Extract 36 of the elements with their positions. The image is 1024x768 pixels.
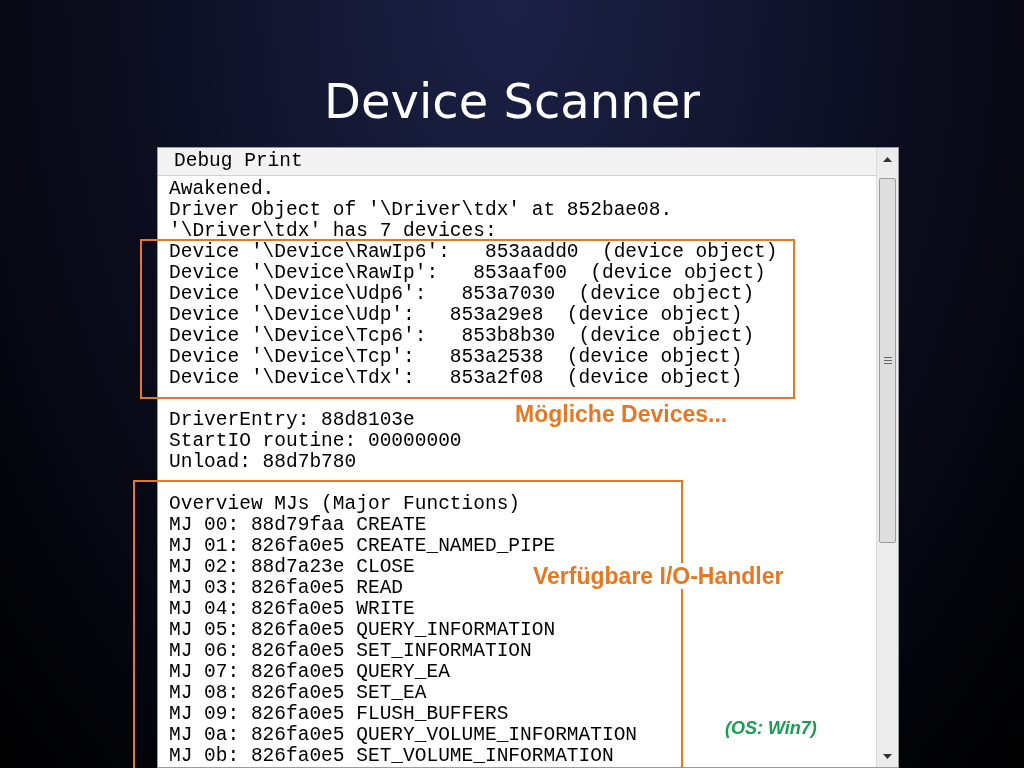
annotation-label: Verfügbare I/O-Handler <box>531 563 786 589</box>
column-header: Debug Print <box>174 151 303 172</box>
slide-title: Device Scanner <box>324 71 700 131</box>
log-line: MJ 03: 826fa0e5 READ <box>169 578 404 599</box>
log-line: DriverEntry: 88d8103e <box>169 410 415 431</box>
log-line: '\Driver\tdx' has 7 devices: <box>169 221 497 242</box>
log-line: MJ 08: 826fa0e5 SET_EA <box>169 683 427 704</box>
log-line: Unload: 88d7b780 <box>169 452 357 473</box>
log-line: MJ 06: 826fa0e5 SET_INFORMATION <box>169 641 532 662</box>
log-line: MJ 05: 826fa0e5 QUERY_INFORMATION <box>169 620 556 641</box>
annotation-label: Mögliche Devices... <box>515 401 728 427</box>
log-line: Overview MJs (Major Functions) <box>169 494 521 515</box>
log-line: Device '\Device\Tdx': 853a2f08 (device object) <box>169 368 743 389</box>
log-line: Device '\Device\RawIp': 853aaf00 (device object) <box>169 263 766 284</box>
log-line: Driver Object of '\Driver\tdx' at 852bae08. <box>169 200 673 221</box>
log-line: MJ 0b: 826fa0e5 SET_VOLUME_INFORMATION <box>169 746 614 767</box>
up-arrow-icon <box>883 156 892 162</box>
grip-icon <box>883 357 892 364</box>
log-line: MJ 04: 826fa0e5 WRITE <box>169 599 415 620</box>
os-note: (OS: Win7) <box>725 718 817 738</box>
log-line: StartIO routine: 00000000 <box>169 431 462 452</box>
log-line: MJ 02: 88d7a23e CLOSE <box>169 557 415 578</box>
log-line: Device '\Device\Tcp': 853a2538 (device object) <box>169 347 743 368</box>
vertical-scrollbar[interactable] <box>876 148 898 767</box>
down-arrow-icon <box>883 753 892 759</box>
log-line: MJ 00: 88d79faa CREATE <box>169 515 427 536</box>
log-line: MJ 09: 826fa0e5 FLUSH_BUFFERS <box>169 704 509 725</box>
log-line: MJ 01: 826fa0e5 CREATE_NAMED_PIPE <box>169 536 556 557</box>
log-line: MJ 0a: 826fa0e5 QUERY_VOLUME_INFORMATION <box>169 725 638 746</box>
log-line: Awakened. <box>169 179 275 200</box>
log-line: Device '\Device\Udp6': 853a7030 (device object) <box>169 284 755 305</box>
log-line: Device '\Device\Udp': 853a29e8 (device object) <box>169 305 743 326</box>
log-line: Device '\Device\RawIp6': 853aadd0 (device object) <box>169 242 778 263</box>
scroll-thumb[interactable] <box>879 178 896 543</box>
log-line: MJ 07: 826fa0e5 QUERY_EA <box>169 662 450 683</box>
log-line: Device '\Device\Tcp6': 853b8b30 (device object) <box>169 326 755 347</box>
